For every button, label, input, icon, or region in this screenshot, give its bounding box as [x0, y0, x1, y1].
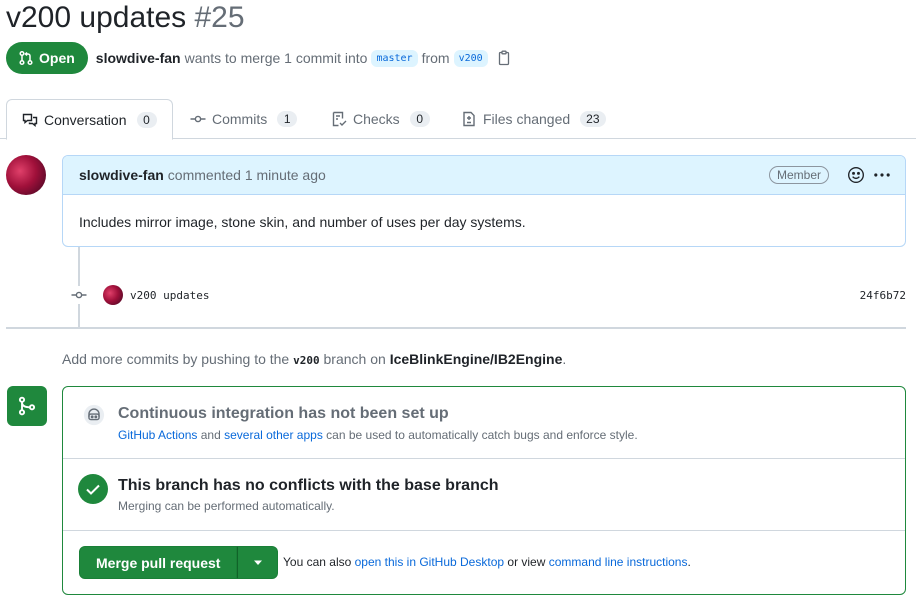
pr-state-row: Open slowdive-fan wants to merge 1 commi…	[6, 42, 512, 74]
tab-checks[interactable]: Checks 0	[331, 99, 430, 139]
tab-files-changed-count: 23	[580, 111, 606, 127]
merge-text: wants to merge 1 commit into	[184, 50, 368, 66]
tab-conversation-label: Conversation	[44, 111, 127, 128]
tab-conversation[interactable]: Conversation 0	[6, 99, 173, 140]
tab-conversation-count: 0	[136, 111, 157, 128]
triangle-down-icon	[253, 560, 262, 565]
ci-section: Continuous integration has not been set …	[63, 387, 905, 459]
kebab-horizontal-icon[interactable]	[873, 166, 891, 184]
ci-and-text: and	[200, 428, 221, 442]
git-merge-icon	[18, 396, 36, 416]
conflicts-section: This branch has no conflicts with the ba…	[63, 459, 905, 531]
command-line-link[interactable]: command line instructions	[549, 555, 688, 569]
merge-alternatives: You can also open this in GitHub Desktop…	[283, 555, 691, 569]
also-suffix: .	[687, 555, 691, 569]
commit-sha-link[interactable]: 24f6b72	[860, 289, 906, 302]
comment-author-avatar[interactable]	[6, 155, 46, 195]
hint-suffix: .	[562, 351, 567, 367]
pr-title: v200 updates #25	[6, 0, 245, 36]
from-text: from	[421, 50, 450, 66]
commit-author-avatar[interactable]	[103, 285, 123, 305]
state-badge: Open	[6, 42, 88, 74]
base-branch[interactable]: master	[371, 49, 418, 67]
other-apps-link[interactable]: several other apps	[224, 428, 323, 442]
pr-title-text: v200 updates	[6, 1, 187, 34]
commit-message-link[interactable]: v200 updates	[130, 289, 209, 302]
tab-checks-label: Checks	[353, 111, 400, 127]
merge-status-icon	[7, 386, 47, 426]
ci-rest-text: can be used to automatically catch bugs …	[326, 428, 638, 442]
smiley-icon[interactable]	[847, 166, 865, 184]
tab-files-changed[interactable]: Files changed 23	[461, 99, 606, 139]
ci-title: Continuous integration has not been set …	[118, 405, 449, 422]
conflicts-sub: Merging can be performed automatically.	[118, 499, 335, 513]
git-commit-icon	[70, 286, 88, 304]
hint-repo[interactable]: IceBlinkEngine/IB2Engine	[390, 351, 563, 367]
check-circle-icon	[78, 474, 108, 504]
hint-middle: branch on	[323, 351, 386, 367]
copy-icon[interactable]	[496, 50, 512, 66]
checklist-icon	[332, 111, 347, 127]
tab-commits-label: Commits	[212, 111, 268, 127]
github-actions-link[interactable]: GitHub Actions	[118, 428, 197, 442]
comment-body: Includes mirror image, stone skin, and n…	[79, 214, 526, 230]
state-label: Open	[39, 50, 75, 66]
tab-files-changed-label: Files changed	[483, 111, 571, 127]
head-branch[interactable]: v200	[453, 49, 488, 67]
comment-timestamp: commented 1 minute ago	[167, 167, 326, 183]
commit-row: v200 updates 24f6b72	[70, 284, 906, 306]
push-hint: Add more commits by pushing to the v200 …	[62, 351, 566, 367]
pr-tabs: Conversation 0 Commits 1 Checks 0 Files …	[0, 99, 916, 140]
merge-meta: slowdive-fan wants to merge 1 commit int…	[96, 49, 512, 67]
tab-commits-count: 1	[277, 111, 298, 127]
file-diff-icon	[463, 111, 475, 127]
comment-author[interactable]: slowdive-fan	[79, 167, 164, 183]
hint-branch: v200	[293, 354, 320, 367]
conflicts-title: This branch has no conflicts with the ba…	[118, 477, 499, 494]
merge-options-dropdown[interactable]	[237, 546, 279, 579]
also-prefix: You can also	[283, 555, 352, 569]
timeline-divider	[6, 327, 906, 329]
merge-box: Continuous integration has not been set …	[62, 386, 906, 595]
also-middle: or view	[507, 555, 546, 569]
ci-description: GitHub Actions and several other apps ca…	[118, 428, 638, 442]
tab-checks-count: 0	[409, 111, 430, 127]
comment-header: slowdive-fan commented 1 minute ago Memb…	[63, 156, 905, 195]
pr-author-link[interactable]: slowdive-fan	[96, 50, 181, 66]
comment-discussion-icon	[22, 113, 38, 127]
comment-box: slowdive-fan commented 1 minute ago Memb…	[62, 155, 906, 247]
pr-number: #25	[194, 1, 245, 34]
merge-pull-request-button[interactable]: Merge pull request	[79, 546, 238, 579]
robot-icon	[83, 404, 105, 426]
hint-prefix: Add more commits by pushing to the	[62, 351, 290, 367]
git-commit-icon	[190, 115, 206, 123]
github-desktop-link[interactable]: open this in GitHub Desktop	[355, 555, 504, 569]
merge-button-group: Merge pull request	[79, 546, 279, 579]
pull-request-icon	[19, 50, 33, 66]
tab-commits[interactable]: Commits 1	[190, 99, 298, 139]
member-badge: Member	[768, 166, 829, 184]
